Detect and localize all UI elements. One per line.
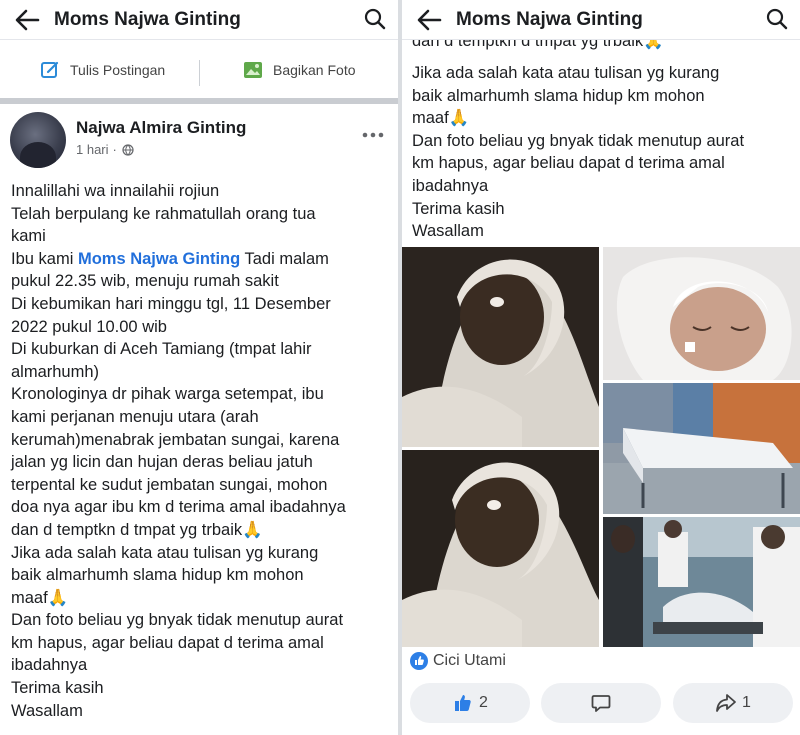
post-line: kami bbox=[11, 227, 46, 246]
composer-actions: Tulis Postingan Bagikan Foto bbox=[0, 48, 398, 98]
post-line: Telah berpulang ke rahmatullah orang tua bbox=[11, 204, 316, 223]
photo-grid bbox=[402, 247, 800, 647]
globe-icon bbox=[122, 143, 134, 156]
post-line: Wasallam bbox=[412, 222, 484, 241]
post-author[interactable]: Najwa Almira Ginting bbox=[76, 118, 246, 138]
post-line: Terima kasih bbox=[11, 679, 104, 698]
top-bar: Moms Najwa Ginting bbox=[402, 0, 800, 40]
post-line: baik almarhumh slama hidup km mohon bbox=[11, 566, 304, 585]
left-panel: Moms Najwa Ginting Tulis Postingan Bagik… bbox=[0, 0, 398, 735]
post-line: terpental ke sudut jembatan sungai, moho… bbox=[11, 475, 328, 494]
post-line: baik almarhumh slama hidup km mohon bbox=[412, 86, 705, 105]
post-time[interactable]: 1 hari bbox=[76, 142, 109, 157]
photo-4[interactable] bbox=[402, 450, 599, 647]
post-line: kerumah)menabrak jembatan sungai, karena bbox=[11, 430, 340, 449]
comment-button[interactable] bbox=[541, 683, 661, 723]
like-count: 2 bbox=[479, 694, 488, 711]
search-icon[interactable] bbox=[766, 8, 788, 30]
post-line: Dan foto beliau yg bnyak tidak menutup a… bbox=[11, 611, 344, 630]
section-divider bbox=[0, 98, 398, 104]
write-post-label: Tulis Postingan bbox=[70, 62, 166, 78]
right-panel: Moms Najwa Ginting dan d temptkn d tmpat… bbox=[402, 0, 800, 735]
post-line: Terima kasih bbox=[412, 199, 505, 218]
meta-separator: · bbox=[112, 142, 117, 157]
post-line: Wasallam bbox=[11, 701, 83, 720]
share-photo-label: Bagikan Foto bbox=[273, 62, 356, 78]
post-line: ibadahnya bbox=[11, 656, 88, 675]
like-button[interactable]: 2 bbox=[410, 683, 530, 723]
post-line: km hapus, agar beliau dapat d terima ama… bbox=[412, 154, 725, 173]
post-line: dan d temptkn d tmpat yg trbaik🙏 bbox=[412, 40, 664, 50]
photo-5[interactable] bbox=[603, 517, 800, 647]
back-arrow-icon[interactable] bbox=[14, 8, 40, 32]
mention-suffix: Tadi malam bbox=[240, 249, 329, 268]
search-icon[interactable] bbox=[364, 8, 386, 30]
post-line: Dan foto beliau yg bnyak tidak menutup a… bbox=[412, 131, 745, 150]
post-line: Kronologinya dr pihak warga setempat, ib… bbox=[11, 385, 324, 404]
like-reaction-icon bbox=[410, 652, 428, 670]
like-icon bbox=[455, 695, 471, 711]
photo-3[interactable] bbox=[603, 383, 800, 514]
post-line: Di kebumikan hari minggu tgl, 11 Desembe… bbox=[11, 294, 331, 313]
post-line: doa nya agar ibu km d terima amal ibadah… bbox=[11, 498, 346, 517]
post-line: Jika ada salah kata atau tulisan yg kura… bbox=[11, 543, 319, 562]
post-line: 2022 pukul 10.00 wib bbox=[11, 317, 167, 336]
post-header: Najwa Almira Ginting 1 hari · bbox=[10, 112, 398, 172]
write-post-button[interactable]: Tulis Postingan bbox=[40, 60, 165, 80]
post-meta: 1 hari · bbox=[76, 142, 134, 157]
post-line: pukul 22.35 wib, menuju rumah sakit bbox=[11, 272, 279, 291]
post-line-partial: dan d temptkn d tmpat yg trbaik🙏 bbox=[412, 40, 664, 52]
post-body: Jika ada salah kata atau tulisan yg kura… bbox=[412, 62, 786, 243]
post-line: almarhumh) bbox=[11, 362, 100, 381]
post-line-mention: Ibu kami Moms Najwa Ginting Tadi malam bbox=[11, 248, 384, 271]
edit-icon bbox=[41, 61, 59, 78]
post-line: maaf🙏 bbox=[11, 588, 69, 607]
post-line: Innalillahi wa innailahii rojiun bbox=[11, 182, 220, 200]
top-bar: Moms Najwa Ginting bbox=[0, 0, 398, 40]
mention-link[interactable]: Moms Najwa Ginting bbox=[78, 250, 240, 268]
comment-icon bbox=[591, 695, 611, 712]
photo-2[interactable] bbox=[603, 247, 800, 380]
post-line: kami perjanan menuju utara (arah bbox=[11, 407, 259, 426]
avatar[interactable] bbox=[10, 112, 66, 168]
share-icon bbox=[716, 694, 736, 712]
photo-1[interactable] bbox=[402, 247, 599, 447]
share-photo-button[interactable]: Bagikan Foto bbox=[243, 60, 356, 80]
mention-prefix: Ibu kami bbox=[11, 249, 78, 268]
post-body: Innalillahi wa innailahii rojiun Telah b… bbox=[11, 180, 384, 722]
page-title: Moms Najwa Ginting bbox=[54, 9, 241, 30]
post-line: dan d temptkn d tmpat yg trbaik🙏 bbox=[11, 520, 263, 539]
back-arrow-icon[interactable] bbox=[416, 8, 442, 32]
reactor-name: Cici Utami bbox=[433, 652, 506, 669]
photo-icon bbox=[244, 62, 262, 78]
post-line: maaf🙏 bbox=[412, 109, 470, 128]
post-line: Di kuburkan di Aceh Tamiang (tmpat lahir bbox=[11, 340, 312, 359]
post-line: jalan yg licin dan hujan deras beliau ja… bbox=[11, 453, 313, 472]
page-title: Moms Najwa Ginting bbox=[456, 9, 643, 30]
more-icon[interactable] bbox=[362, 132, 384, 138]
action-divider bbox=[199, 60, 200, 86]
share-count: 1 bbox=[742, 694, 751, 711]
post-line: ibadahnya bbox=[412, 176, 489, 195]
post-line: km hapus, agar beliau dapat d terima ama… bbox=[11, 633, 324, 652]
share-button[interactable]: 1 bbox=[673, 683, 793, 723]
post-line: Jika ada salah kata atau tulisan yg kura… bbox=[412, 64, 720, 82]
reaction-summary[interactable]: Cici Utami bbox=[410, 652, 506, 670]
